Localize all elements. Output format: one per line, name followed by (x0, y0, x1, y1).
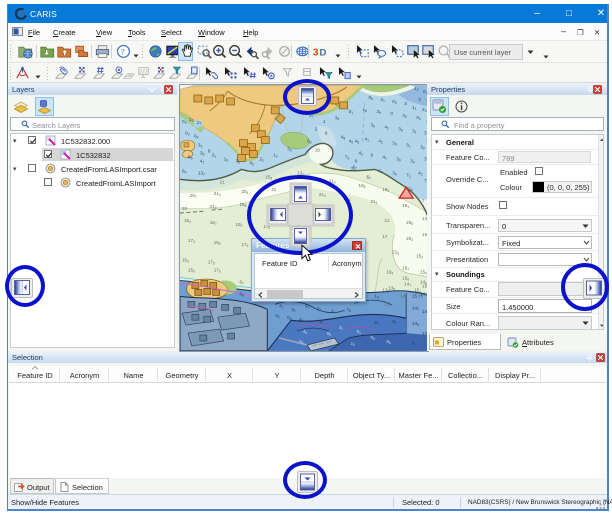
svg-text:3: 3 (313, 47, 319, 59)
svg-text:3: 3 (390, 111, 393, 117)
svg-text:6: 6 (370, 152, 373, 158)
svg-text:6: 6 (325, 131, 328, 137)
svg-text:?: ? (121, 46, 125, 56)
svg-text:20: 20 (182, 206, 188, 211)
svg-text:21: 21 (384, 218, 390, 223)
svg-text:3: 3 (418, 97, 421, 103)
svg-text:21: 21 (220, 179, 226, 184)
svg-text:D: D (320, 48, 327, 59)
svg-text:1: 1 (323, 119, 326, 125)
svg-text:2: 2 (315, 127, 318, 133)
svg-text:17: 17 (382, 234, 388, 239)
svg-text:10: 10 (315, 148, 321, 153)
svg-text:6: 6 (208, 149, 211, 155)
svg-text:6: 6 (355, 158, 358, 164)
svg-text:3: 3 (404, 101, 407, 107)
svg-text:15: 15 (384, 301, 390, 306)
svg-text:15: 15 (412, 293, 418, 298)
